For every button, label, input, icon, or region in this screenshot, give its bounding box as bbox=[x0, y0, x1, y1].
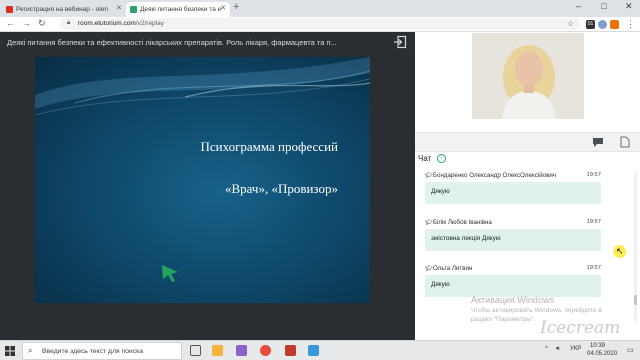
address-bar[interactable]: 🔒︎ room.etutorium.com/v2/replay ☆ bbox=[60, 18, 580, 30]
etutorium-icon bbox=[130, 6, 137, 13]
graduation-cap-icon: 🎓︎ bbox=[425, 266, 433, 272]
recorder-app-icon[interactable] bbox=[285, 345, 296, 356]
task-view-icon[interactable] bbox=[190, 345, 201, 356]
reload-icon[interactable]: ↻ bbox=[38, 18, 46, 29]
download-icon[interactable]: ↓ bbox=[437, 154, 446, 163]
slide-title: Психограмма профессий bbox=[200, 139, 338, 154]
graduation-cap-icon: 🎓︎ bbox=[425, 220, 433, 226]
forward-icon[interactable]: → bbox=[22, 18, 31, 28]
menu-icon[interactable]: ⋮ bbox=[626, 19, 635, 30]
message-time: 19:57 bbox=[586, 172, 601, 178]
presenter-video bbox=[472, 33, 584, 119]
message-author: Ольга Литвин bbox=[433, 265, 473, 272]
presentation-slide: Психограмма профессий «Врач», «Провизор» bbox=[35, 57, 370, 303]
url-path: /v2/replay bbox=[135, 20, 164, 27]
message-author: Білік Любов Іванівна bbox=[433, 219, 492, 226]
app-icon[interactable] bbox=[308, 345, 319, 356]
browser-tab-strip: Регистрация на вебинар - olen ✕ Деякі пи… bbox=[0, 0, 640, 17]
search-placeholder: Введите здесь текст для поиска bbox=[42, 348, 144, 355]
message-header: 🎓︎Ольга Литвин 19:57 bbox=[425, 265, 601, 275]
close-icon[interactable]: ✕ bbox=[116, 4, 122, 12]
star-icon[interactable]: ☆ bbox=[567, 19, 574, 28]
activation-watermark-line2: раздел "Параметры". bbox=[471, 316, 535, 323]
clock-time[interactable]: 10:39 bbox=[590, 343, 605, 349]
taskbar-search-input[interactable]: ⌕ Введите здесь текст для поиска bbox=[22, 342, 182, 360]
minimize-button[interactable]: – bbox=[576, 1, 581, 11]
tab-title: Деякі питання безпеки та е bbox=[140, 6, 222, 13]
app-icon[interactable] bbox=[236, 345, 247, 356]
message-text: Дякую bbox=[425, 182, 601, 204]
maximize-button[interactable]: □ bbox=[601, 1, 606, 11]
tab-title: Регистрация на вебинар - olen bbox=[16, 6, 108, 13]
tab-registration[interactable]: Регистрация на вебинар - olen ✕ bbox=[2, 2, 126, 17]
search-icon: ⌕ bbox=[28, 346, 33, 355]
slide-wave-decoration bbox=[35, 57, 370, 116]
activation-watermark-title: Активация Windows bbox=[471, 295, 554, 305]
extension-icon[interactable]: 01 bbox=[586, 20, 595, 29]
webinar-title: Деякі питання безпеки та ефективності лі… bbox=[7, 38, 337, 47]
message-header: 🎓︎Бондаренко Олександр ОлексОлексійович … bbox=[425, 172, 601, 182]
message-header: 🎓︎Білік Любов Іванівна 19:57 bbox=[425, 219, 601, 229]
recorder-watermark: Icecream bbox=[540, 318, 621, 338]
webinar-header: Деякі питання безпеки та ефективності лі… bbox=[0, 32, 415, 54]
extension-avatar-icon[interactable] bbox=[598, 20, 607, 29]
back-icon[interactable]: ← bbox=[6, 18, 15, 28]
tray-chevron-icon[interactable]: ^ bbox=[545, 346, 548, 352]
chrome-icon[interactable] bbox=[260, 345, 271, 356]
presentation-area: Психограмма профессий «Врач», «Провизор» bbox=[0, 54, 415, 340]
document-icon[interactable] bbox=[620, 136, 630, 148]
browser-toolbar: ← → ↻ 🔒︎ room.etutorium.com/v2/replay ☆ bbox=[0, 17, 640, 32]
notifications-icon[interactable]: ▭ bbox=[627, 346, 634, 354]
language-indicator[interactable]: УКР bbox=[570, 346, 581, 352]
close-icon[interactable]: ✕ bbox=[220, 4, 226, 12]
url-text: room.etutorium.com/v2/replay bbox=[78, 20, 164, 27]
panel-tabs bbox=[415, 132, 640, 152]
gmail-icon bbox=[6, 6, 13, 13]
lock-icon: 🔒︎ bbox=[67, 20, 71, 26]
message-text: змістовна лекція Дякую bbox=[425, 229, 601, 251]
message-author: Бондаренко Олександр ОлексОлексійович bbox=[433, 172, 557, 179]
message-time: 19:57 bbox=[586, 219, 601, 225]
chat-header: Чат bbox=[418, 154, 432, 163]
file-explorer-icon[interactable] bbox=[212, 345, 223, 356]
profile-icon[interactable] bbox=[610, 20, 619, 29]
mouse-cursor-icon: ↖ bbox=[616, 246, 624, 256]
windows-start-icon[interactable] bbox=[5, 346, 15, 356]
windows-taskbar: ⌕ Введите здесь текст для поиска ^ 🔊︎ УК… bbox=[0, 340, 640, 360]
volume-icon[interactable]: 🔊︎ bbox=[556, 346, 560, 353]
message-text: Дякую bbox=[425, 275, 601, 297]
exit-icon[interactable] bbox=[393, 35, 407, 49]
activation-watermark-line1: Чтобы активировать Windows, перейдите в bbox=[471, 307, 602, 314]
tab-webinar[interactable]: Деякі питання безпеки та е ✕ bbox=[126, 2, 230, 17]
new-tab-button[interactable]: + bbox=[233, 1, 239, 13]
chat-icon[interactable] bbox=[592, 137, 604, 148]
url-host: room.etutorium.com bbox=[78, 20, 136, 27]
close-window-button[interactable]: ✕ bbox=[625, 1, 633, 12]
chat-scrollbar-thumb[interactable] bbox=[634, 295, 637, 305]
presenter-figure bbox=[472, 33, 584, 119]
message-time: 19:57 bbox=[586, 265, 601, 271]
green-arrow-pointer-icon bbox=[162, 265, 178, 282]
side-panel: Чат ↓ 🎓︎Бондаренко Олександр ОлексОлексі… bbox=[415, 32, 640, 340]
graduation-cap-icon: 🎓︎ bbox=[425, 173, 433, 179]
clock-date[interactable]: 04.05.2020 bbox=[587, 351, 617, 357]
slide-subtitle: «Врач», «Провизор» bbox=[224, 181, 338, 196]
